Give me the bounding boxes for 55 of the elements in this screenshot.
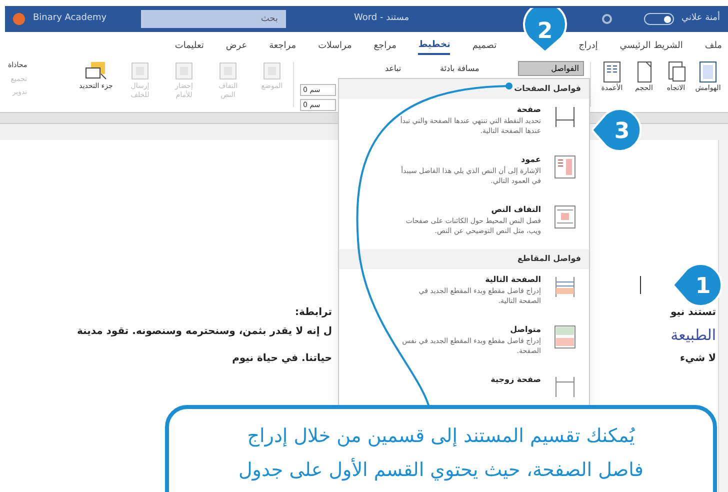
ribbon-tab[interactable]: تخطيط: [418, 38, 450, 56]
ribbon-tab[interactable]: ملف: [704, 40, 722, 54]
ribbon-tab[interactable]: إدراج: [578, 40, 598, 54]
help-icon[interactable]: [602, 14, 612, 24]
callout-marker: 2: [523, 8, 567, 54]
menu-section-heading: فواصل الصفحات: [339, 79, 589, 99]
indent-label: مسافة بادئة: [440, 63, 480, 75]
menu-item-title: الصفحة التالية: [485, 274, 541, 286]
columns-icon: [601, 60, 623, 84]
account-logo-icon: [13, 13, 25, 25]
break-type-icon: [553, 324, 577, 350]
ribbon-tab[interactable]: تعليمات: [174, 40, 204, 54]
toggle-switch[interactable]: [644, 13, 674, 25]
break-type-icon: [553, 374, 577, 400]
break-type-icon: [553, 104, 577, 130]
menu-item[interactable]: صفحة زوجية: [339, 369, 589, 405]
breaks-dropdown-button[interactable]: الفواصل: [518, 61, 584, 76]
ribbon-tab[interactable]: تصميم: [472, 40, 497, 54]
window-title: Word - مستند: [354, 12, 410, 26]
document-heading: الطبيعة: [670, 325, 716, 346]
margins-icon: [697, 60, 719, 84]
ribbon-tab[interactable]: مراجعة: [269, 40, 296, 54]
ribbon-tab[interactable]: الشريط الرئيسي: [620, 40, 683, 54]
ribbon-tab[interactable]: عرض: [226, 40, 248, 54]
callout-text: فاصل الصفحة، حيث يحتوي القسم الأول على جدول: [238, 456, 644, 483]
document-text: ل إنه لا يقدر بثمن، وسنحترمه وسنصونه. تقود مدينة: [76, 325, 332, 339]
user-name: أمنة علاني: [682, 12, 720, 26]
callout-marker: 3: [592, 108, 644, 152]
shape-icon: [217, 60, 239, 82]
text-cursor: [640, 276, 641, 294]
menu-item-title: صفحة زوجية: [490, 374, 541, 386]
document-text: ترابطة:: [294, 306, 332, 320]
shape-icon: [173, 60, 195, 82]
document-text: لا شيء: [679, 352, 716, 366]
shape-icon: [129, 60, 151, 82]
break-type-icon: [553, 154, 577, 180]
spacing-label: تباعد: [385, 63, 402, 75]
ribbon-tab[interactable]: مراجع: [374, 40, 396, 54]
shape-icon: [261, 60, 283, 82]
scrollbar[interactable]: [718, 140, 728, 492]
selection-pane-icon: [83, 60, 109, 82]
menu-item-title: صفحة: [516, 104, 541, 116]
document-text: حياتنا. في حياة نيوم: [231, 352, 332, 366]
break-type-icon: [553, 204, 577, 230]
callout-text: يُمكنك تقسيم المستند إلى قسمين من خلال إدراج: [247, 424, 635, 449]
document-text: تستند نيو: [669, 306, 716, 320]
menu-item-title: عمود: [521, 154, 541, 166]
search-field[interactable]: بحث: [141, 10, 286, 28]
callout-marker: 1: [673, 263, 725, 307]
ribbon-tab[interactable]: مراسلات: [318, 40, 352, 54]
menu-item-title: متواصل: [510, 324, 541, 336]
menu-section-heading: فواصل المقاطع: [339, 249, 589, 269]
menu-item-title: التفاف النص: [491, 204, 541, 216]
break-type-icon: [553, 274, 577, 300]
account-name: Binary Academy: [33, 12, 108, 26]
